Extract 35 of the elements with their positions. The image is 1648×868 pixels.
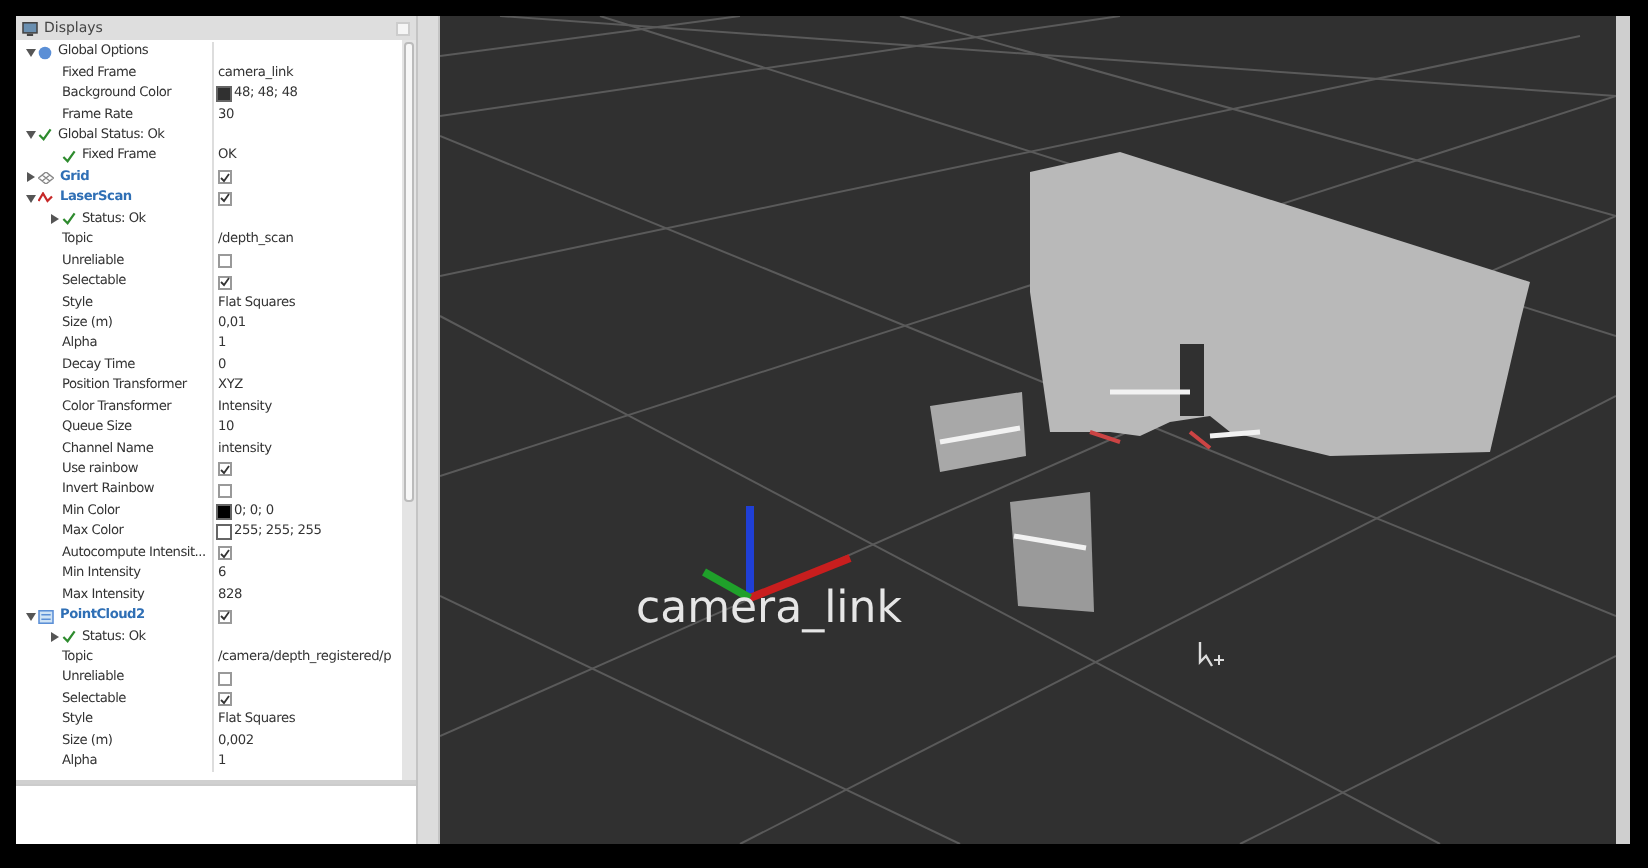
checkbox[interactable] (218, 462, 232, 477)
scrollbar[interactable] (402, 40, 416, 780)
checkbox[interactable] (218, 692, 232, 707)
cursor-icon (1198, 640, 1226, 672)
checkbox[interactable] (218, 483, 232, 498)
expand-arrow-icon[interactable] (49, 214, 59, 225)
checkbox[interactable] (218, 170, 232, 185)
checkbox[interactable] (218, 275, 232, 290)
collapse-arrow-icon[interactable] (25, 611, 35, 622)
checkmark-icon (62, 629, 76, 644)
grid-icon (38, 171, 54, 184)
expand-arrow-icon[interactable] (25, 172, 35, 183)
checkbox[interactable] (218, 546, 232, 561)
checkmark-icon (220, 547, 230, 560)
3d-viewport[interactable]: camera_link (440, 16, 1616, 844)
checkbox[interactable] (218, 254, 232, 269)
checkmark-icon (220, 276, 230, 289)
splitter-handle[interactable] (416, 16, 440, 844)
collapse-arrow-icon[interactable] (25, 130, 35, 141)
checkmark-icon (220, 463, 230, 476)
expand-arrow-icon[interactable] (49, 631, 59, 642)
globe-icon (38, 45, 52, 60)
checkbox[interactable] (218, 191, 232, 206)
scan-wave-icon (38, 192, 54, 205)
checkbox[interactable] (218, 671, 232, 686)
checkmark-icon (62, 212, 76, 227)
splitter-handle[interactable] (1616, 16, 1630, 844)
checkmark-icon (220, 610, 230, 623)
monitor-icon (22, 21, 38, 35)
point-cloud-icon (38, 609, 54, 624)
collapse-arrow-icon[interactable] (25, 47, 35, 58)
checkmark-icon (220, 693, 230, 706)
collapse-arrow-icon[interactable] (25, 193, 35, 204)
checkbox[interactable] (218, 609, 232, 624)
frame-label: camera_link (636, 588, 902, 632)
